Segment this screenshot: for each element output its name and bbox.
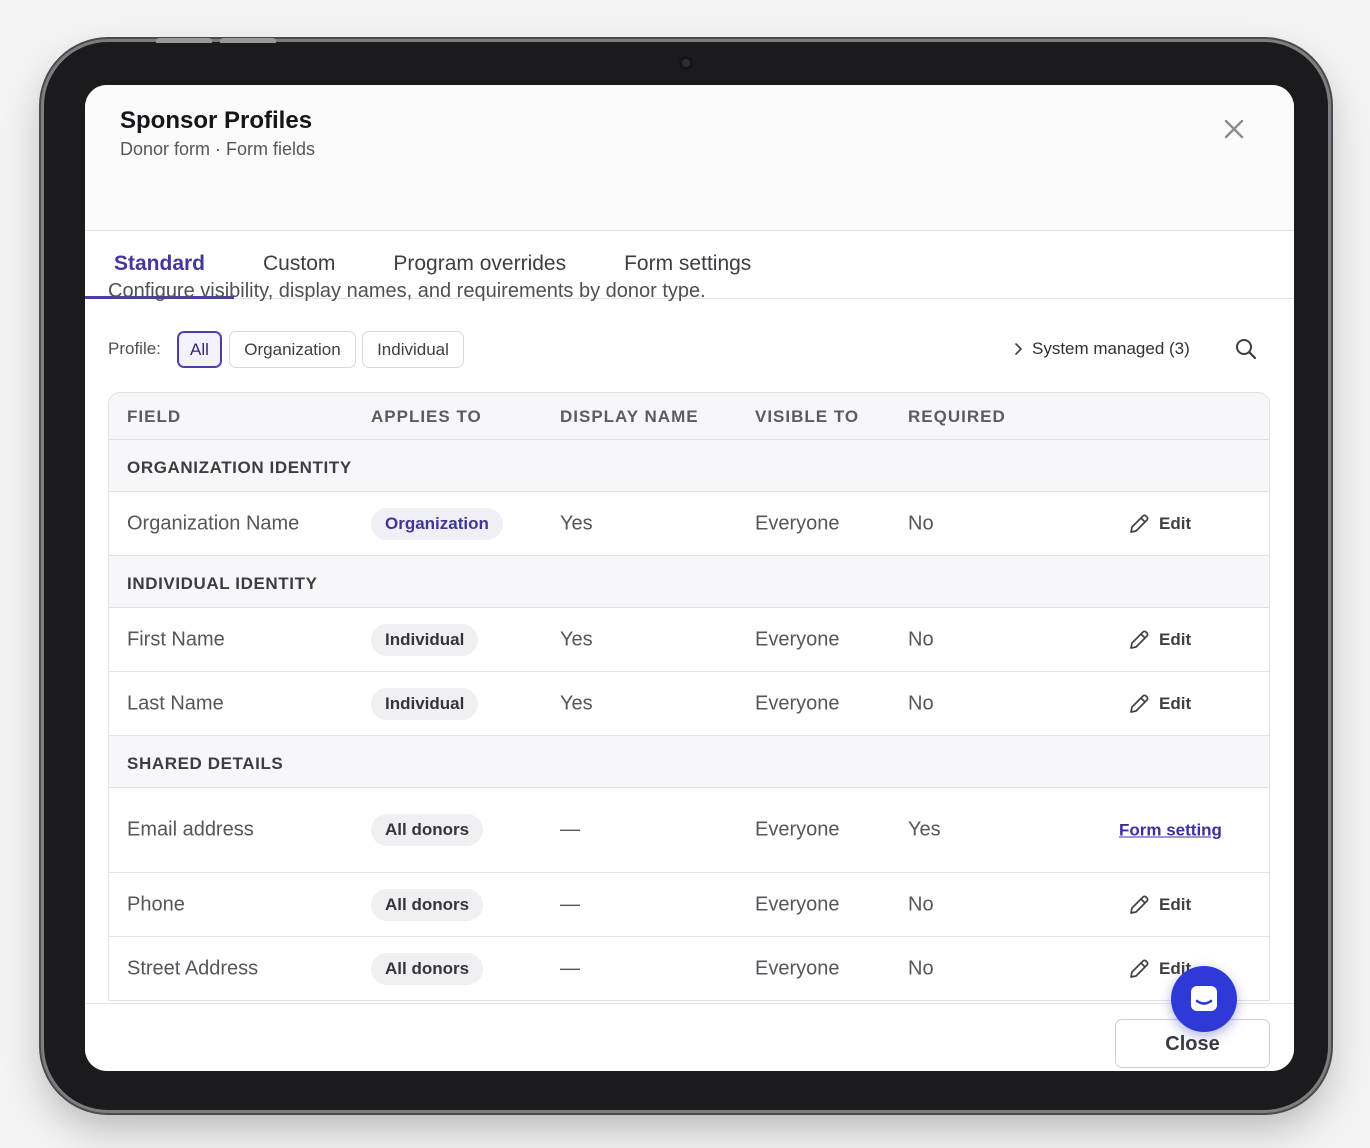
hardware-button [220, 38, 276, 43]
display-name-value: — [560, 818, 580, 841]
visible-to-value: Everyone [755, 628, 840, 650]
display-name-value: Yes [560, 692, 593, 714]
page-title: Sponsor Profiles [120, 107, 313, 134]
group-title: INDIVIDUAL IDENTITY [127, 574, 318, 593]
column-header-required: REQUIRED [908, 407, 1006, 426]
pencil-icon [1130, 895, 1149, 914]
system-managed-toggle[interactable]: System managed (3) [1014, 339, 1190, 359]
table-row: Last Name Individual Yes Everyone No Edi… [109, 672, 1269, 736]
display-name-value: — [560, 893, 580, 915]
modal-header: Sponsor Profiles Donor form · Form field… [85, 85, 1294, 231]
group-header: ORGANIZATION IDENTITY [109, 440, 1269, 492]
table-row: Organization Name Organization Yes Every… [109, 492, 1269, 556]
column-header-field: FIELD [127, 407, 182, 426]
modal-dialog: Sponsor Profiles Donor form · Form field… [85, 85, 1294, 1071]
field-name: Organization Name [127, 512, 300, 534]
system-managed-label: System managed (3) [1032, 339, 1190, 358]
visible-to-value: Everyone [755, 957, 840, 979]
table-row: First Name Individual Yes Everyone No Ed… [109, 608, 1269, 672]
applies-to-badge: Individual [371, 623, 479, 656]
group-header: INDIVIDUAL IDENTITY [109, 556, 1269, 608]
group-header: SHARED DETAILS [109, 736, 1269, 788]
form-setting-link[interactable]: Form setting [1119, 819, 1222, 842]
table-row: Phone All donors — Everyone No Edit [109, 873, 1269, 937]
display-name-value: Yes [560, 628, 593, 650]
field-name: Last Name [127, 692, 224, 714]
required-value: No [908, 628, 934, 650]
edit-button[interactable]: Edit [1127, 692, 1191, 716]
field-name: Email address [127, 818, 254, 841]
applies-to-badge: Organization [371, 507, 503, 540]
group-title: ORGANIZATION IDENTITY [127, 458, 352, 477]
search-icon[interactable] [1234, 337, 1258, 361]
field-name: Street Address [127, 957, 259, 979]
applies-to-badge: Individual [371, 687, 479, 720]
visible-to-value: Everyone [755, 818, 840, 841]
pencil-icon [1130, 694, 1149, 713]
visible-to-value: Everyone [755, 692, 840, 714]
field-name: First Name [127, 628, 225, 650]
chat-icon [1191, 986, 1217, 1011]
visible-to-value: Everyone [755, 893, 840, 915]
applies-to-badge: All donors [371, 952, 484, 985]
pencil-icon [1130, 514, 1149, 533]
hardware-button [156, 38, 212, 43]
filter-label: Profile: [108, 339, 161, 358]
filter-chip-individual[interactable]: Individual [362, 331, 464, 368]
filter-chip-organization[interactable]: Organization [229, 331, 356, 368]
pencil-icon [1130, 630, 1149, 649]
display-name-value: — [560, 957, 580, 979]
camera [679, 56, 693, 70]
profile-filter: Profile: All Organization Individual Sys… [108, 331, 1274, 368]
chat-launcher-button[interactable] [1171, 966, 1237, 1032]
table-header: FIELD APPLIES TO DISPLAY NAME VISIBLE TO… [109, 393, 1269, 440]
column-header-applies-to: APPLIES TO [371, 407, 482, 426]
column-header-visible-to: VISIBLE TO [755, 407, 860, 426]
fields-table: FIELD APPLIES TO DISPLAY NAME VISIBLE TO… [108, 392, 1270, 1001]
table-row: Email address All donors — Everyone Yes … [109, 788, 1269, 873]
tablet-frame: Sponsor Profiles Donor form · Form field… [44, 38, 1328, 1110]
visible-to-value: Everyone [755, 512, 840, 534]
filter-chip-all[interactable]: All [177, 331, 222, 368]
required-value: No [908, 893, 934, 915]
field-name: Phone [127, 893, 185, 915]
pencil-icon [1130, 959, 1149, 978]
required-value: No [908, 512, 934, 534]
edit-button[interactable]: Edit [1127, 893, 1191, 917]
section-description: Configure visibility, display names, and… [108, 280, 706, 302]
edit-button[interactable]: Edit [1127, 512, 1191, 536]
group-title: SHARED DETAILS [127, 754, 284, 773]
required-value: No [908, 692, 934, 714]
required-value: No [908, 957, 934, 979]
close-icon[interactable] [1223, 118, 1245, 140]
required-value: Yes [908, 818, 941, 841]
edit-button[interactable]: Edit [1127, 628, 1191, 652]
applies-to-badge: All donors [371, 888, 484, 921]
applies-to-badge: All donors [371, 814, 484, 846]
table-row: Street Address All donors — Everyone No … [109, 937, 1269, 1001]
display-name-value: Yes [560, 512, 593, 534]
breadcrumb: Donor form · Form fields [120, 139, 316, 159]
modal-footer: Close [85, 1003, 1294, 1071]
column-header-display-name: DISPLAY NAME [560, 407, 699, 426]
chevron-right-icon [1015, 343, 1023, 355]
